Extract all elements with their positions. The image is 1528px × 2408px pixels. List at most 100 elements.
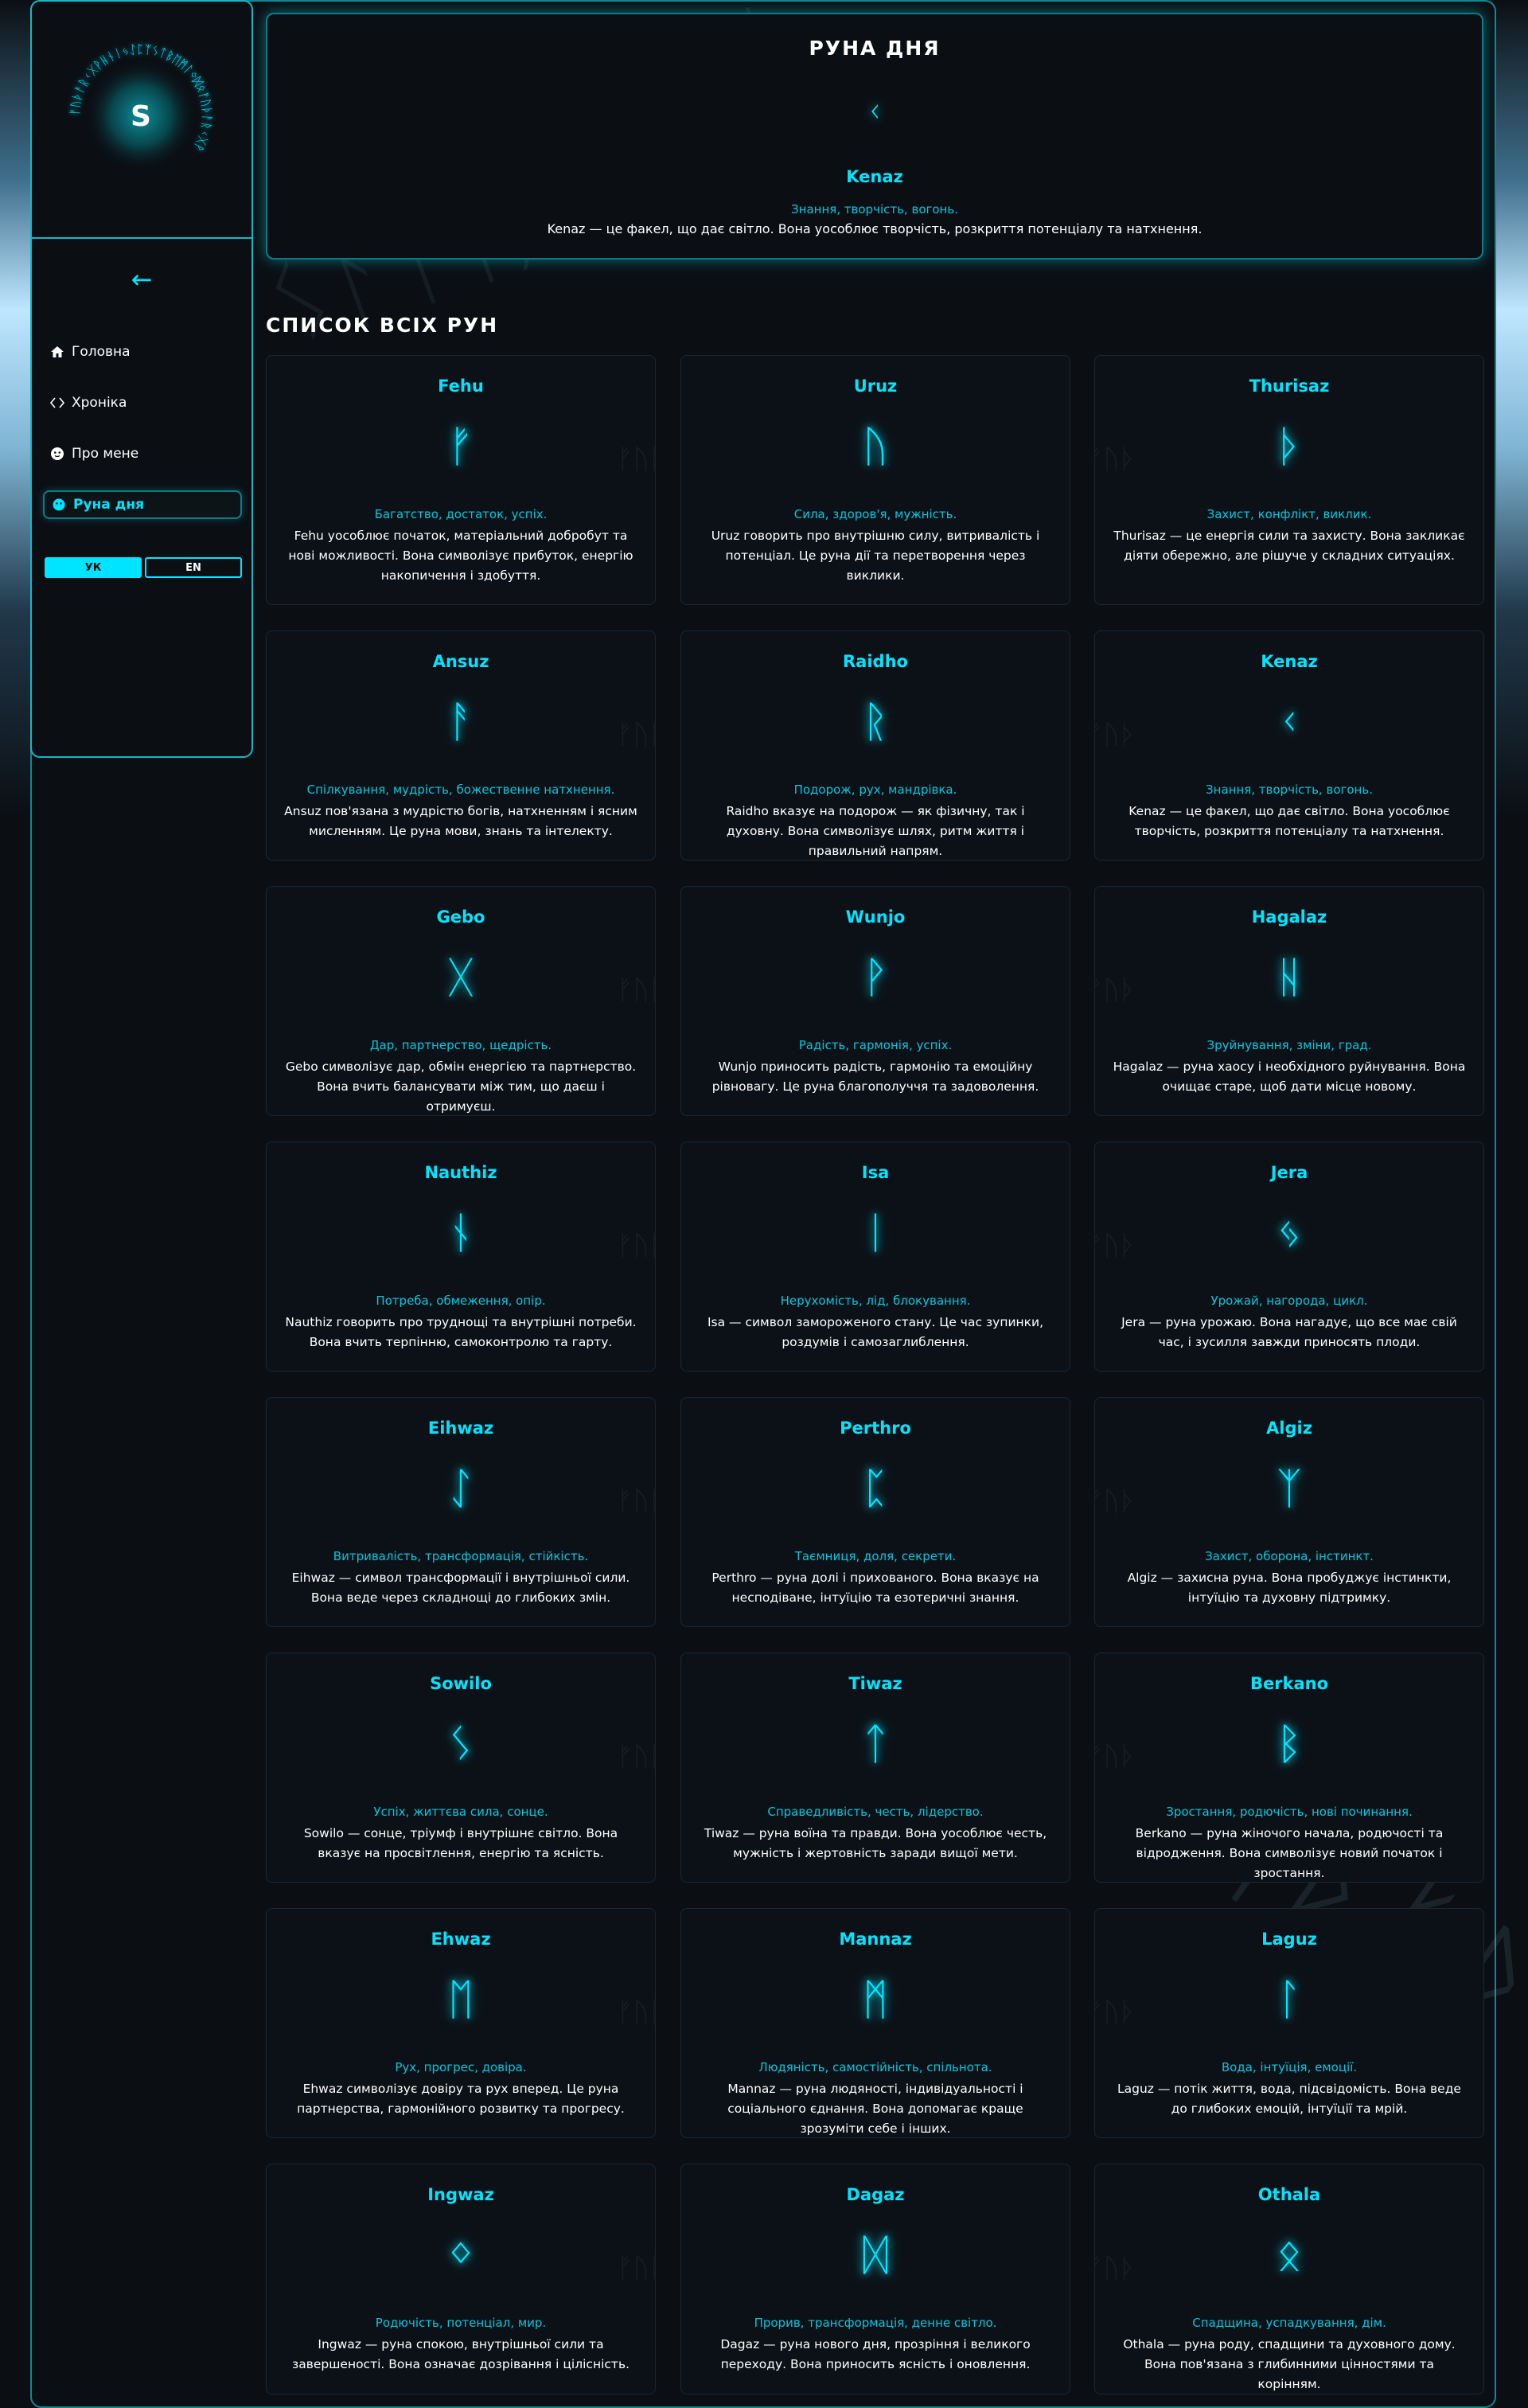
rune-card[interactable]: Algiz ᛉ Захист, оборона, інстинкт. Algiz — … <box>1094 1397 1484 1627</box>
logo-letter: S <box>131 100 151 133</box>
rune-card[interactable]: Thurisaz ᚦ Захист, конфлікт, виклик. Thuris… <box>1094 355 1484 605</box>
rune-card[interactable]: Uruz ᚢ Сила, здоров'я, мужність. Uruz говор… <box>680 355 1070 605</box>
rune-card[interactable]: Wunjo ᚹ Радість, гармонія, успіх. Wunjo при… <box>680 886 1070 1116</box>
rune-card-name: Nauthiz <box>424 1163 497 1182</box>
rune-card-keywords: Рух, прогрес, довіра. <box>395 2060 527 2074</box>
rune-card-glyph: ᚢ <box>862 421 889 471</box>
code-brackets-icon <box>49 395 65 411</box>
nav-item-rune-of-day[interactable]: Руна дня <box>43 490 242 519</box>
rune-card-description: Wunjo приносить радість, гармонію та емо… <box>711 1060 1039 1094</box>
language-en-button[interactable]: EN <box>145 557 242 578</box>
rune-card-description: Isa — символ замороженого стану. Це час … <box>707 1315 1044 1349</box>
rune-card[interactable]: Nauthiz ᚾ Потреба, обмеження, опір. Nauthiz… <box>266 1142 656 1372</box>
rune-card-description: Perthro — руна долі і прихованого. Вона … <box>711 1571 1039 1605</box>
back-arrow-button[interactable]: ← <box>32 264 251 295</box>
rune-card-glyph: ᚲ <box>1276 697 1303 747</box>
rune-card[interactable]: Ingwaz ᛜ Родючість, потенціал, мир. Ingwaz … <box>266 2164 656 2394</box>
nav-item-label: Про мене <box>72 446 139 462</box>
rune-card[interactable]: Raidho ᚱ Подорож, рух, мандрівка. Raidho вк… <box>680 630 1070 861</box>
rune-card-name: Perthro <box>840 1419 911 1438</box>
nav-item-home[interactable]: Головна <box>43 338 242 366</box>
rune-card-keywords: Потреба, обмеження, опір. <box>376 1294 546 1308</box>
rune-card-glyph: ᛜ <box>447 2230 474 2280</box>
face-icon <box>49 446 65 462</box>
logo-area: ᚠᚢᚦᚨᚱᚲᚷᚹᚺᚾᛁᛃᛇᛈᛉᛊᛏᛒᛖᛗᛚᛜᛞᛟᚠᚢᚦᚨᚱᚲᚷᚹ S <box>32 2 251 239</box>
rune-card-description: Dagaz — руна нового дня, прозріння і вел… <box>720 2337 1031 2371</box>
rune-card-name: Jera <box>1270 1163 1308 1182</box>
rune-card-description: Hagalaz — руна хаосу і необхідного руйну… <box>1113 1060 1466 1094</box>
rune-card-glyph: ᛃ <box>1276 1208 1303 1258</box>
rune-card[interactable]: Eihwaz ᛇ Витривалість, трансформація, стій… <box>266 1397 656 1627</box>
rune-card-keywords: Людяність, самостійність, спільнота. <box>758 2060 992 2074</box>
rune-card[interactable]: Laguz ᛚ Вода, інтуїція, емоції. Laguz — пот… <box>1094 1908 1484 2138</box>
rune-card-name: Ingwaz <box>427 2185 494 2204</box>
rune-card[interactable]: Isa ᛁ Нерухомість, лід, блокування. Isa — с… <box>680 1142 1070 1372</box>
rune-card[interactable]: Ansuz ᚨ Спілкування, мудрість, божественне… <box>266 630 656 861</box>
rune-of-day-name: Kenaz <box>846 167 903 186</box>
nav-item-chronicle[interactable]: Хроніка <box>43 388 242 417</box>
rune-card[interactable]: Jera ᛃ Урожай, нагорода, цикл. Jera — руна … <box>1094 1142 1484 1372</box>
rune-card[interactable]: Sowilo ᛊ Успіх, життєва сила, сонце. Sowilo… <box>266 1653 656 1883</box>
rune-card-description: Kenaz — це факел, що дає світло. Вона уо… <box>1128 804 1450 838</box>
rune-card-description: Othala — руна роду, спадщини та духовног… <box>1123 2337 1456 2391</box>
rune-card-glyph: ᛉ <box>1276 1463 1303 1513</box>
rune-card-keywords: Витривалість, трансформація, стійкість. <box>333 1549 589 1563</box>
rune-of-day-title: РУНА ДНЯ <box>809 37 941 60</box>
language-uk-button[interactable]: УК <box>45 557 142 578</box>
rune-card-glyph: ᚷ <box>447 952 474 1002</box>
rune-card[interactable]: Dagaz ᛞ Прорив, трансформація, денне світл… <box>680 2164 1070 2394</box>
rune-card[interactable]: Hagalaz ᚺ Зруйнування, зміни, град. Hagalaz… <box>1094 886 1484 1116</box>
nav-item-about[interactable]: Про мене <box>43 439 242 468</box>
rune-card-keywords: Таємниця, доля, секрети. <box>794 1549 957 1563</box>
rune-circle-logo[interactable]: ᚠᚢᚦᚨᚱᚲᚷᚹᚺᚾᛁᛃᛇᛈᛉᛊᛏᛒᛖᛗᛚᛜᛞᛟᚠᚢᚦᚨᚱᚲᚷᚹ S <box>65 40 216 191</box>
rune-card-description: Tiwaz — руна воїна та правди. Вона уособ… <box>704 1826 1047 1860</box>
rune-card-description: Thurisaz — це енергія сили та захисту. В… <box>1113 529 1465 563</box>
rune-card-keywords: Родючість, потенціал, мир. <box>375 2316 547 2330</box>
rune-card[interactable]: Othala ᛟ Спадщина, успадкування, дім. Othal… <box>1094 2164 1484 2394</box>
rune-card-name: Wunjo <box>845 907 906 927</box>
circle-icon <box>51 497 67 513</box>
rune-card-glyph: ᛖ <box>447 1974 474 2024</box>
rune-card-glyph: ᛇ <box>447 1463 474 1513</box>
rune-card-keywords: Захист, оборона, інстинкт. <box>1205 1549 1374 1563</box>
left-edge-glow <box>0 0 30 816</box>
rune-card[interactable]: Mannaz ᛗ Людяність, самостійність, спільно… <box>680 1908 1070 2138</box>
rune-card-glyph: ᛒ <box>1276 1719 1303 1769</box>
rune-card[interactable]: Fehu ᚠ Багатство, достаток, успіх. Fehu уос… <box>266 355 656 605</box>
rune-card-name: Thurisaz <box>1249 377 1330 396</box>
rune-card-name: Berkano <box>1249 1674 1329 1693</box>
rune-card-glyph: ᛞ <box>862 2230 889 2280</box>
rune-card[interactable]: Ehwaz ᛖ Рух, прогрес, довіра. Ehwaz символі… <box>266 1908 656 2138</box>
rune-card-name: Laguz <box>1261 1930 1317 1949</box>
rune-card-name: Gebo <box>436 907 485 927</box>
rune-card[interactable]: Tiwaz ᛏ Справедливість, честь, лідерство. T… <box>680 1653 1070 1883</box>
rune-card-name: Mannaz <box>839 1930 912 1949</box>
rune-card-keywords: Нерухомість, лід, блокування. <box>780 1294 971 1308</box>
rune-card-glyph: ᛊ <box>447 1719 474 1769</box>
rune-card-name: Uruz <box>853 377 898 396</box>
rune-card-keywords: Прорив, трансформація, денне світло. <box>754 2316 997 2330</box>
rune-card-description: Nauthiz говорить про труднощі та внутріш… <box>285 1315 637 1349</box>
rune-card-glyph: ᚠ <box>447 421 474 471</box>
rune-card-name: Eihwaz <box>427 1419 494 1438</box>
rune-card-description: Gebo символізує дар, обмін енергією та п… <box>285 1060 637 1114</box>
rune-card-description: Mannaz — руна людяності, індивідуальност… <box>727 2082 1023 2136</box>
rune-card[interactable]: Gebo ᚷ Дар, партнерство, щедрість. Gebo сим… <box>266 886 656 1116</box>
rune-card[interactable]: Kenaz ᚲ Знання, творчість, вогонь. Kenaz — … <box>1094 630 1484 861</box>
rune-card-name: Algiz <box>1266 1419 1312 1438</box>
rune-card-keywords: Урожай, нагорода, цикл. <box>1210 1294 1368 1308</box>
rune-card-description: Raidho вказує на подорож — як фізичну, т… <box>726 804 1025 858</box>
rune-card-keywords: Сила, здоров'я, мужність. <box>793 507 957 521</box>
rune-card-description: Eihwaz — символ трансформації і внутрішн… <box>291 1571 630 1605</box>
sidebar: ᚠᚢᚦᚨᚱᚲᚷᚹᚺᚾᛁᛃᛇᛈᛉᛊᛏᛒᛖᛗᛚᛜᛞᛟᚠᚢᚦᚨᚱᚲᚷᚹ S ← Гол… <box>30 0 253 758</box>
rune-card-name: Kenaz <box>1261 652 1318 671</box>
home-icon <box>49 344 65 360</box>
rune-card-glyph: ᛟ <box>1276 2230 1303 2280</box>
rune-card-keywords: Зростання, родючість, нові починання. <box>1166 1805 1413 1819</box>
rune-card-name: Ehwaz <box>431 1930 491 1949</box>
rune-card-description: Fehu уособлює початок, матеріальний добр… <box>288 529 633 583</box>
rune-card[interactable]: Berkano ᛒ Зростання, родючість, нові почин… <box>1094 1653 1484 1883</box>
rune-card[interactable]: Perthro ᛈ Таємниця, доля, секрети. Perthro … <box>680 1397 1070 1627</box>
rune-card-keywords: Знання, творчість, вогонь. <box>1206 783 1373 797</box>
rune-card-description: Laguz — потік життя, вода, підсвідомість… <box>1117 2082 1461 2116</box>
